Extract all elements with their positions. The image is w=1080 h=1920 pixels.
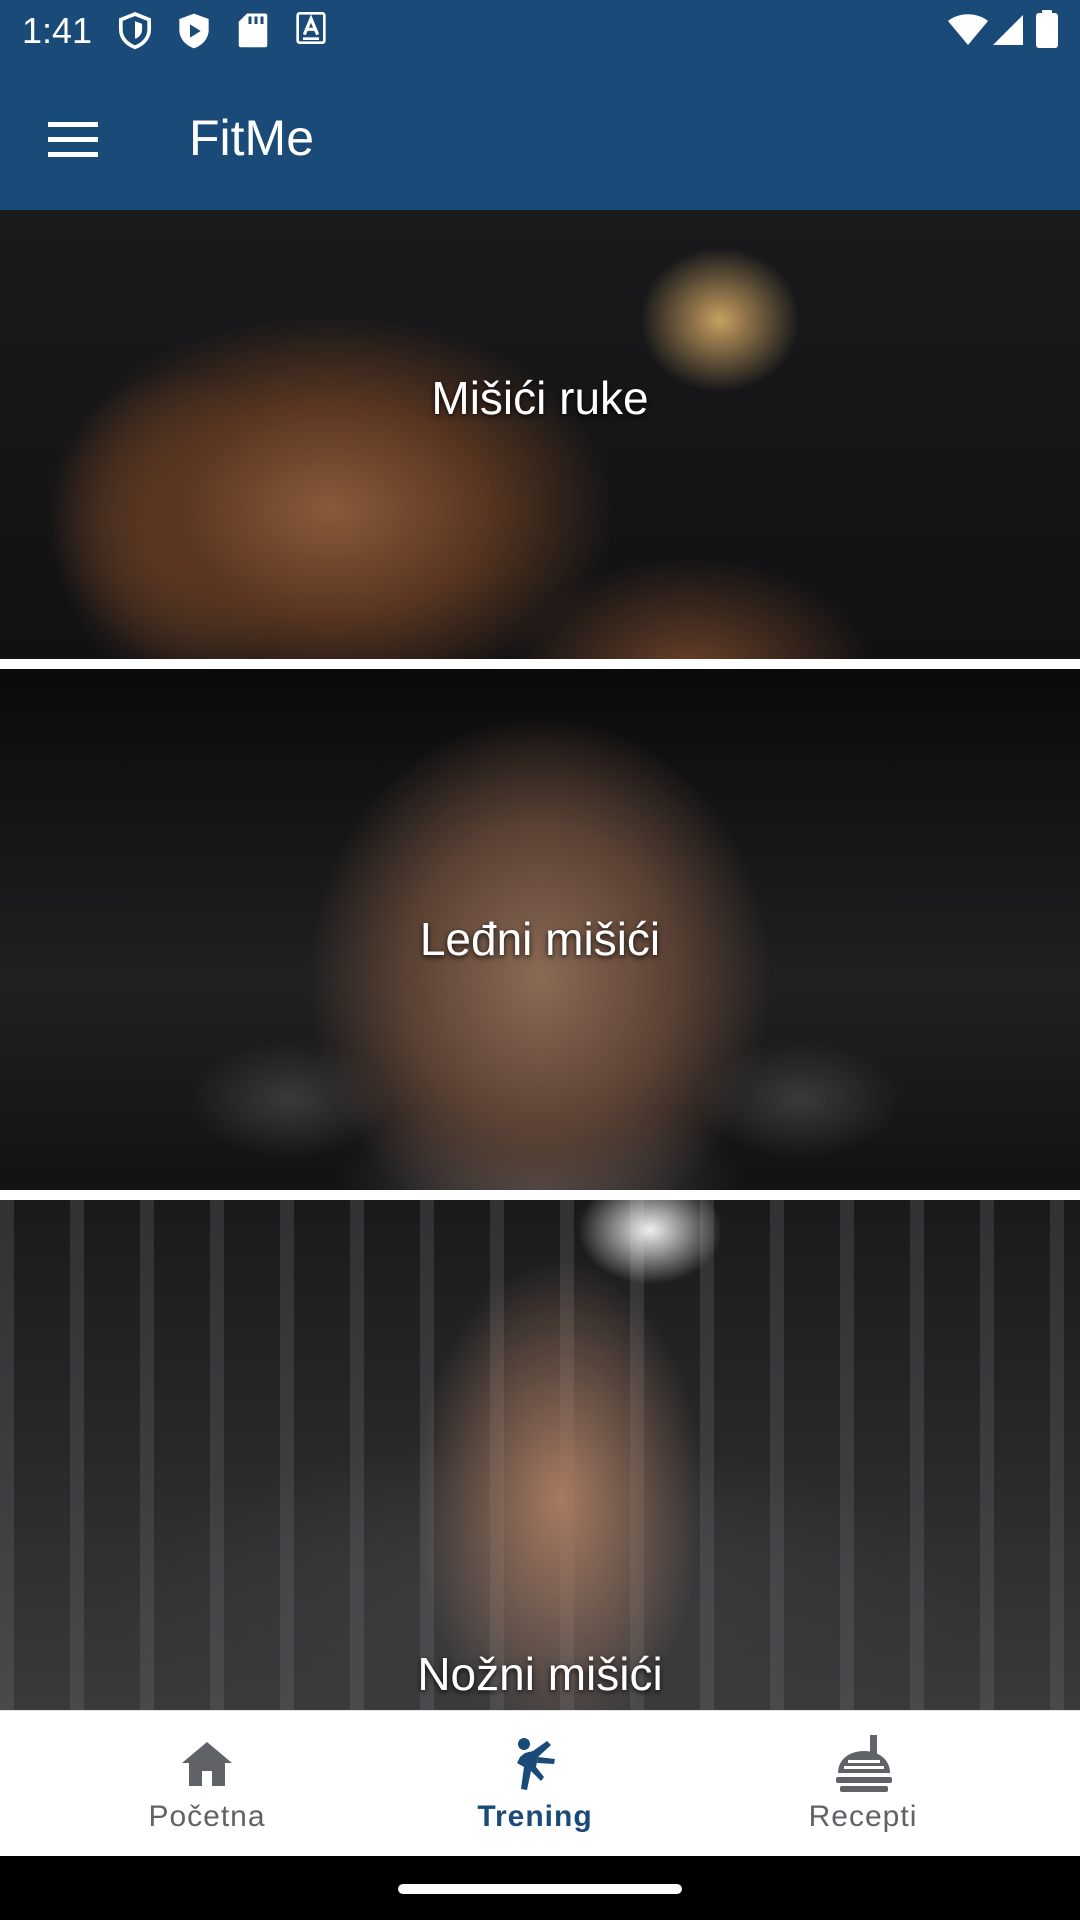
card-leg-muscles-image <box>0 1200 1080 1710</box>
card-arm-muscles[interactable]: Mišići ruke <box>0 210 1080 659</box>
card-arm-muscles-label: Mišići ruke <box>431 372 649 424</box>
status-bar: 1:41 <box>0 0 1080 63</box>
status-icons-right <box>940 10 1080 50</box>
nav-item-training[interactable]: Trening <box>355 1711 715 1857</box>
shield-icon <box>118 12 152 50</box>
gesture-handle[interactable] <box>398 1884 682 1894</box>
nav-item-home[interactable]: Početna <box>27 1711 387 1857</box>
hamburger-menu-icon <box>48 122 98 157</box>
menu-button[interactable] <box>36 103 110 177</box>
play-protect-icon <box>179 13 209 49</box>
food-dome-icon <box>836 1735 892 1792</box>
card-back-muscles-label: Leđni mišići <box>419 913 661 965</box>
signal-icon <box>993 15 1023 45</box>
battery-icon <box>1036 10 1058 48</box>
wifi-icon <box>948 14 988 45</box>
sd-card-icon <box>238 13 268 48</box>
home-icon <box>182 1742 232 1786</box>
nav-item-recipes-label: Recepti <box>808 1800 918 1833</box>
card-back-muscles[interactable]: Leđni mišići <box>0 669 1080 1190</box>
nav-item-recipes[interactable]: Recepti <box>683 1711 1043 1857</box>
keyboard-a-icon <box>296 12 326 44</box>
bottom-navigation: Početna Trening Recepti <box>0 1710 1080 1856</box>
martial-arts-icon <box>517 1738 555 1790</box>
card-leg-muscles-label: Nožni mišići <box>417 1648 663 1700</box>
workout-category-list: Mišići ruke Leđni mišići Nožni mišići <box>0 210 1080 1710</box>
status-time: 1:41 <box>22 10 93 51</box>
card-leg-muscles[interactable]: Nožni mišići <box>0 1200 1080 1710</box>
app-title: FitMe <box>189 110 314 166</box>
nav-item-training-label: Trening <box>477 1800 593 1833</box>
system-gesture-bar <box>0 1856 1080 1920</box>
nav-item-home-label: Početna <box>148 1800 266 1833</box>
card-arm-muscles-image <box>0 210 1080 659</box>
app-bar: FitMe <box>0 63 1080 210</box>
